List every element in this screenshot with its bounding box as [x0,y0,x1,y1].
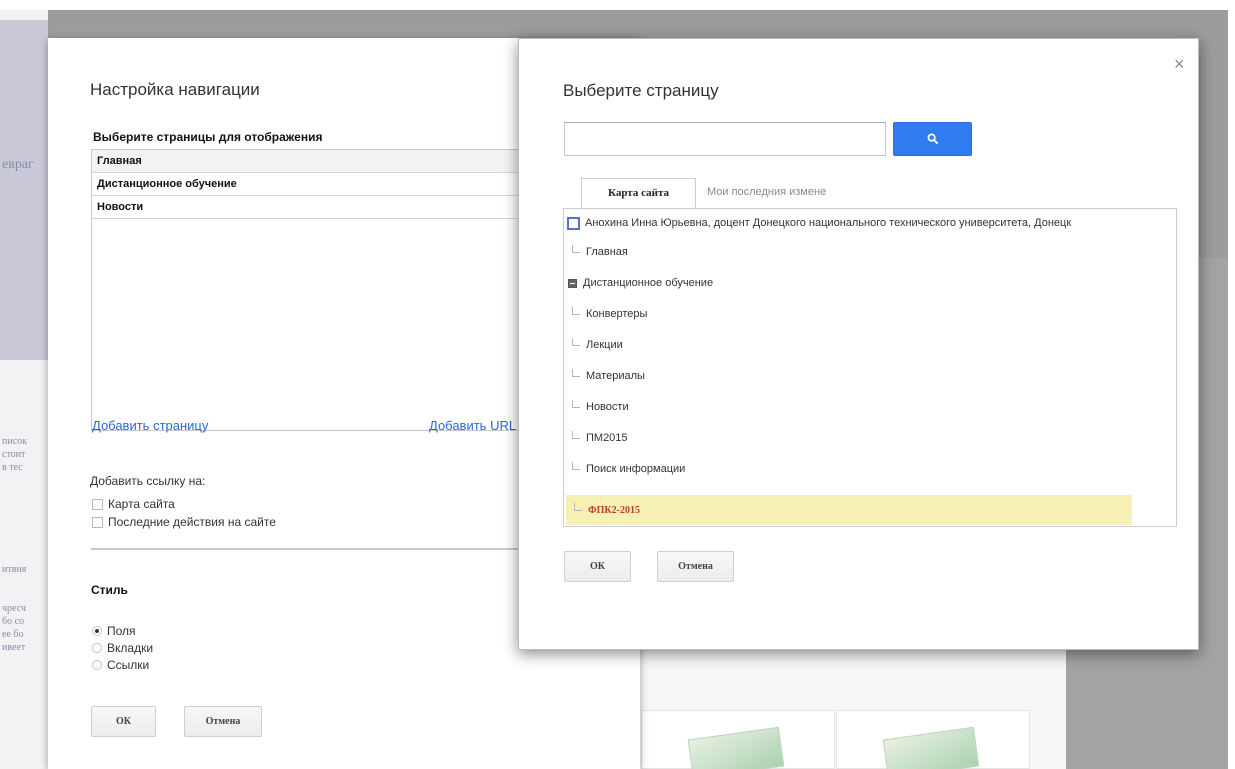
tree-item[interactable]: ПМ2015 [564,426,1176,450]
style-option-fields[interactable]: Поля [92,624,136,638]
sitemap-tree: Анохина Инна Юрьевна, доцент Донецкого н… [563,208,1177,527]
ghost-text: ее бо [2,629,24,640]
tree-item-label: Лекции [586,339,623,351]
ghost-text: чресч [2,603,26,614]
cancel-button[interactable]: Отмена [184,706,262,737]
ghost-text: стоит [2,449,26,460]
recent-activity-checkbox[interactable] [92,516,103,528]
add-url-link[interactable]: Добавить URL [429,418,516,433]
background-left-strip: евраг писок стоит в тес итвня чресч бо с… [0,10,48,769]
tree-item[interactable]: Конвертеры [564,302,1176,326]
tree-item-label: Новости [586,401,629,413]
tab-sitemap[interactable]: Карта сайта [581,178,696,208]
search-input[interactable] [564,122,886,156]
sitemap-checkbox[interactable] [92,498,103,510]
tree-connector-icon [572,400,580,408]
ok-button[interactable]: ОК [564,551,631,582]
radio-label: Ссылки [107,658,150,672]
tree-connector-icon [572,431,580,439]
close-icon[interactable]: × [1174,55,1185,73]
tree-connector-icon [574,503,582,511]
radio-button[interactable] [92,660,102,670]
dialog-title: Выберите страницу [563,81,719,100]
tree-item-expanded[interactable]: Дистанционное обучение [564,271,1176,295]
ghost-text: писок [2,436,27,447]
tree-item[interactable]: Новости [564,395,1176,419]
tree-item[interactable]: Поиск информации [564,457,1176,481]
tree-connector-icon [572,462,580,470]
tree-item-label: Поиск информации [586,463,686,475]
search-button[interactable] [893,122,972,156]
cancel-button[interactable]: Отмена [657,551,734,582]
background-template-card [836,710,1030,769]
checkbox-label: Последние действия на сайте [108,515,276,529]
tree-item-label: Дистанционное обучение [583,277,714,289]
style-section-label: Стиль [91,583,128,597]
radio-label: Вкладки [107,641,154,655]
tree-item-label: Материалы [586,370,645,382]
tree-connector-icon [572,245,580,253]
tree-item-selected[interactable]: ФПК2-2015 [566,495,1132,525]
ok-button[interactable]: ОК [91,706,156,737]
tree-item-label: Главная [586,246,628,258]
select-page-dialog: Выберите страницу × Карта сайта Мои посл… [518,38,1199,650]
template-thumbnail [882,726,980,769]
ghost-text: ивеет [2,642,26,653]
tab-recent-changes[interactable]: Мои последния измене [707,178,826,208]
ghost-text: бо со [2,616,25,627]
radio-label: Поля [107,624,136,638]
tree-connector-icon [572,338,580,346]
collapse-icon[interactable] [568,278,577,288]
tree-connector-icon [572,307,580,315]
search-icon [926,133,938,145]
dialog-title: Настройка навигации [90,80,260,99]
tree-item-label: Анохина Инна Юрьевна, доцент Донецкого н… [585,217,1072,229]
tree-item-root[interactable]: Анохина Инна Юрьевна, доцент Донецкого н… [564,211,1176,235]
tree-item[interactable]: Главная [564,240,1176,264]
style-option-tabs[interactable]: Вкладки [92,641,153,655]
tree-item[interactable]: Материалы [564,364,1176,388]
tree-item-label: Конвертеры [586,308,648,320]
ghost-text: в тес [2,462,23,473]
template-thumbnail [687,726,785,769]
tree-connector-icon [572,369,580,377]
ghost-text: итвня [2,564,27,575]
recent-activity-checkbox-row[interactable]: Последние действия на сайте [92,515,276,529]
add-link-label: Добавить ссылку на: [90,474,206,488]
style-option-links[interactable]: Ссылки [92,658,149,672]
sitemap-checkbox-row[interactable]: Карта сайта [92,497,175,511]
tree-item[interactable]: Лекции [564,333,1176,357]
site-icon [567,216,580,230]
pages-section-label: Выберите страницы для отображения [93,130,323,144]
radio-button[interactable] [92,643,102,653]
tree-item-label: ФПК2-2015 [588,504,640,516]
ghost-text: евраг [2,158,34,171]
checkbox-label: Карта сайта [108,497,175,511]
background-template-card [641,710,835,769]
background-band [0,20,48,360]
radio-button[interactable] [92,626,102,636]
tree-item-label: ПМ2015 [586,432,628,444]
add-page-link[interactable]: Добавить страницу [92,418,208,433]
